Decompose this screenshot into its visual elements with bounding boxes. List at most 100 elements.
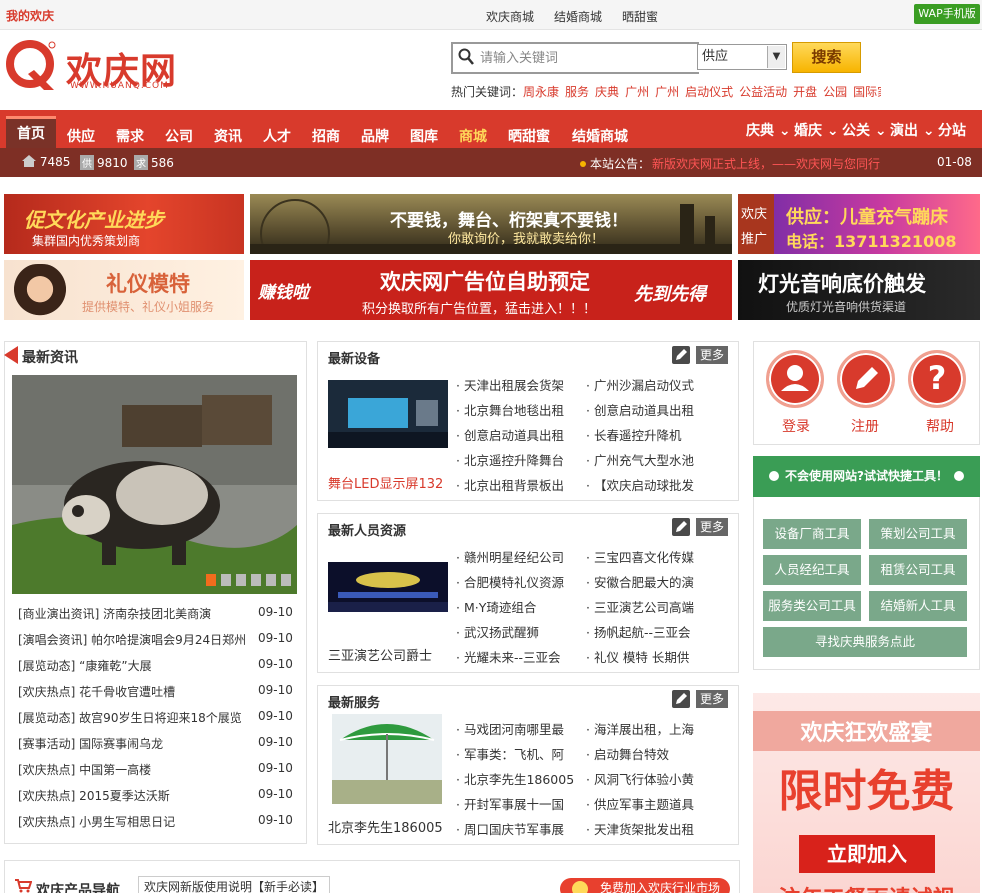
people-item[interactable]: · 扬帆起航--三亚会 [586, 622, 716, 641]
nav-gallery[interactable]: 图库 [410, 126, 438, 146]
services-more-button[interactable]: 更多 [696, 690, 728, 708]
equipment-item[interactable]: · 长春遥控升降机 [586, 425, 716, 444]
people-item[interactable]: · 光耀未来--三亚会 [456, 647, 586, 666]
banner-etiquette-model[interactable]: 礼仪模特 提供模特、礼仪小姐服务 [4, 260, 244, 320]
notice-text[interactable]: 新版欢庆网正式上线，——欢庆网与您同行 [652, 155, 907, 172]
slide-dot-6[interactable] [281, 574, 291, 586]
equipment-item[interactable]: · 北京遥控升降舞台 [456, 450, 586, 469]
pencil-icon[interactable] [672, 690, 690, 708]
tool-service-company[interactable]: 服务类公司工具 [763, 591, 861, 621]
people-item[interactable]: · M·Y琦迹组合 [456, 597, 586, 616]
equipment-item[interactable]: · 北京舞台地毯出租 [456, 400, 586, 419]
pencil-icon[interactable] [672, 518, 690, 536]
people-item[interactable]: · 三宝四喜文化传媒 [586, 547, 716, 566]
services-thumbnail[interactable] [332, 714, 442, 804]
people-item[interactable]: · 礼仪 模特 长期供 [586, 647, 716, 666]
slide-dot-5[interactable] [266, 574, 276, 586]
pencil-icon[interactable] [672, 346, 690, 364]
equipment-thumbnail[interactable] [328, 380, 448, 448]
hot-keyword[interactable]: 国际家居 [853, 85, 881, 99]
service-item[interactable]: · 海洋展出租，上海 [586, 719, 716, 738]
news-item[interactable]: [展览动态] 故宫90岁生日将迎来18个展览 [18, 709, 242, 726]
hot-keyword[interactable]: 公益活动 [739, 85, 787, 99]
find-service-button[interactable]: 寻找庆典服务点此 [763, 627, 967, 657]
hot-keyword[interactable]: 启动仪式 [685, 85, 733, 99]
equipment-item[interactable]: · 广州充气大型水池 [586, 450, 716, 469]
equipment-item[interactable]: · 广州沙漏启动仪式 [586, 375, 716, 394]
news-item[interactable]: [欢庆热点] 2015夏季达沃斯 [18, 787, 170, 804]
tool-talent-agent[interactable]: 人员经纪工具 [763, 555, 861, 585]
nav-wedding-mall[interactable]: 结婚商城 [572, 126, 628, 146]
equipment-item[interactable]: · 创意启动道具出租 [586, 400, 716, 419]
wap-mobile-button[interactable]: WAP手机版 [914, 4, 980, 24]
top-link-wedding-mall[interactable]: 结婚商城 [554, 8, 602, 25]
hot-keyword[interactable]: 服务 [565, 85, 589, 99]
register-label[interactable]: 注册 [835, 416, 895, 436]
logo-q-icon[interactable] [6, 40, 60, 92]
news-item[interactable]: [展览动态] “康雍乾”大展 [18, 657, 152, 674]
hot-keyword[interactable]: 公园 [823, 85, 847, 99]
slide-dot-1[interactable] [206, 574, 216, 586]
nav-show-sweet[interactable]: 晒甜蜜 [508, 126, 550, 146]
nav-talent[interactable]: 人才 [263, 126, 291, 146]
service-item[interactable]: · 马戏团河南哪里最 [456, 719, 586, 738]
service-item[interactable]: · 开封军事展十一国 [456, 794, 586, 813]
hot-keyword[interactable]: 广州 [655, 85, 679, 99]
promo-free-banner[interactable]: 欢庆狂欢盛宴 限时免费 立即加入 注年工餐面请试视 [753, 693, 980, 893]
people-caption[interactable]: 三亚演艺公司爵士 [328, 645, 432, 664]
equipment-item[interactable]: · 创意启动道具出租 [456, 425, 586, 444]
nav-invest[interactable]: 招商 [312, 126, 340, 146]
join-market-button[interactable]: 免费加入欢庆行业市场 [560, 878, 730, 893]
banner-stage-free[interactable]: 不要钱，舞台、桁架真不要钱！ 你敢询价，我就敢卖给你！ [250, 194, 732, 254]
nav-right-show[interactable]: 演出 ⌄ [890, 120, 935, 140]
nav-right-celebration[interactable]: 庆典 ⌄ [746, 120, 791, 140]
equipment-item[interactable]: · 北京出租背景板出 [456, 475, 586, 494]
service-item[interactable]: · 供应军事主题道具 [586, 794, 716, 813]
guide-tab[interactable]: 欢庆网新版使用说明【新手必读】 [138, 876, 330, 893]
nav-right-pr[interactable]: 公关 ⌄ [842, 120, 887, 140]
login-label[interactable]: 登录 [766, 416, 826, 436]
service-item[interactable]: · 启动舞台特效 [586, 744, 716, 763]
slide-dot-4[interactable] [251, 574, 261, 586]
equipment-caption[interactable]: 舞台LED显示屏132 [328, 473, 443, 492]
equipment-item[interactable]: · 【欢庆启动球批发 [586, 475, 716, 494]
register-button[interactable] [837, 350, 895, 408]
news-item[interactable]: [欢庆热点] 花千骨收官遭吐槽 [18, 683, 175, 700]
banner-culture[interactable]: 促文化产业进步 集群国内优秀策划商 [4, 194, 244, 254]
news-item[interactable]: [演唱会资讯] 帕尔哈提演唱会9月24日郑州 [18, 631, 246, 648]
news-slideshow-image[interactable] [12, 375, 297, 594]
search-input[interactable] [480, 47, 690, 69]
people-item[interactable]: · 赣州明星经纪公司 [456, 547, 586, 566]
nav-company[interactable]: 公司 [165, 126, 193, 146]
help-label[interactable]: 帮助 [910, 416, 970, 436]
people-item[interactable]: · 武汉扬武醒狮 [456, 622, 586, 641]
equipment-item[interactable]: · 天津出租展会货架 [456, 375, 586, 394]
nav-right-wedding[interactable]: 婚庆 ⌄ [794, 120, 839, 140]
hot-keyword[interactable]: 广州 [625, 85, 649, 99]
tool-rental-company[interactable]: 租赁公司工具 [869, 555, 967, 585]
news-item[interactable]: [欢庆热点] 中国第一高楼 [18, 761, 151, 778]
banner-bouncy-castle[interactable]: 欢庆 推广 供应：儿童充气蹦床 电话：13711321008 [738, 194, 980, 254]
people-item[interactable]: · 安徽合肥最大的演 [586, 572, 716, 591]
nav-brand[interactable]: 品牌 [361, 126, 389, 146]
hot-keyword[interactable]: 庆典 [595, 85, 619, 99]
nav-home[interactable]: 首页 [6, 116, 56, 148]
banner-ad-booking[interactable]: 赚钱啦 欢庆网广告位自助预定 积分换取所有广告位置，猛击进入！！！ 先到先得 [250, 260, 732, 320]
service-item[interactable]: · 风洞飞行体验小黄 [586, 769, 716, 788]
banner-lighting-sound[interactable]: 灯光音响底价触发 优质灯光音响供货渠道 [738, 260, 980, 320]
service-item[interactable]: · 军事类：飞机、阿 [456, 744, 586, 763]
people-more-button[interactable]: 更多 [696, 518, 728, 536]
nav-supply[interactable]: 供应 [67, 126, 95, 146]
nav-demand[interactable]: 需求 [116, 126, 144, 146]
nav-news[interactable]: 资讯 [214, 126, 242, 146]
tool-wedding-couple[interactable]: 结婚新人工具 [869, 591, 967, 621]
people-item[interactable]: · 合肥模特礼仪资源 [456, 572, 586, 591]
people-item[interactable]: · 三亚演艺公司高端 [586, 597, 716, 616]
slide-dot-2[interactable] [221, 574, 231, 586]
news-item[interactable]: [商业演出资讯] 济南杂技团北美商演 [18, 605, 211, 622]
top-link-show-sweet[interactable]: 晒甜蜜 [622, 8, 658, 25]
hot-keyword[interactable]: 周永康 [523, 85, 559, 99]
service-item[interactable]: · 天津货架批发出租 [586, 819, 716, 838]
services-caption[interactable]: 北京李先生186005 [328, 817, 443, 836]
service-item[interactable]: · 北京李先生186005 [456, 769, 586, 788]
